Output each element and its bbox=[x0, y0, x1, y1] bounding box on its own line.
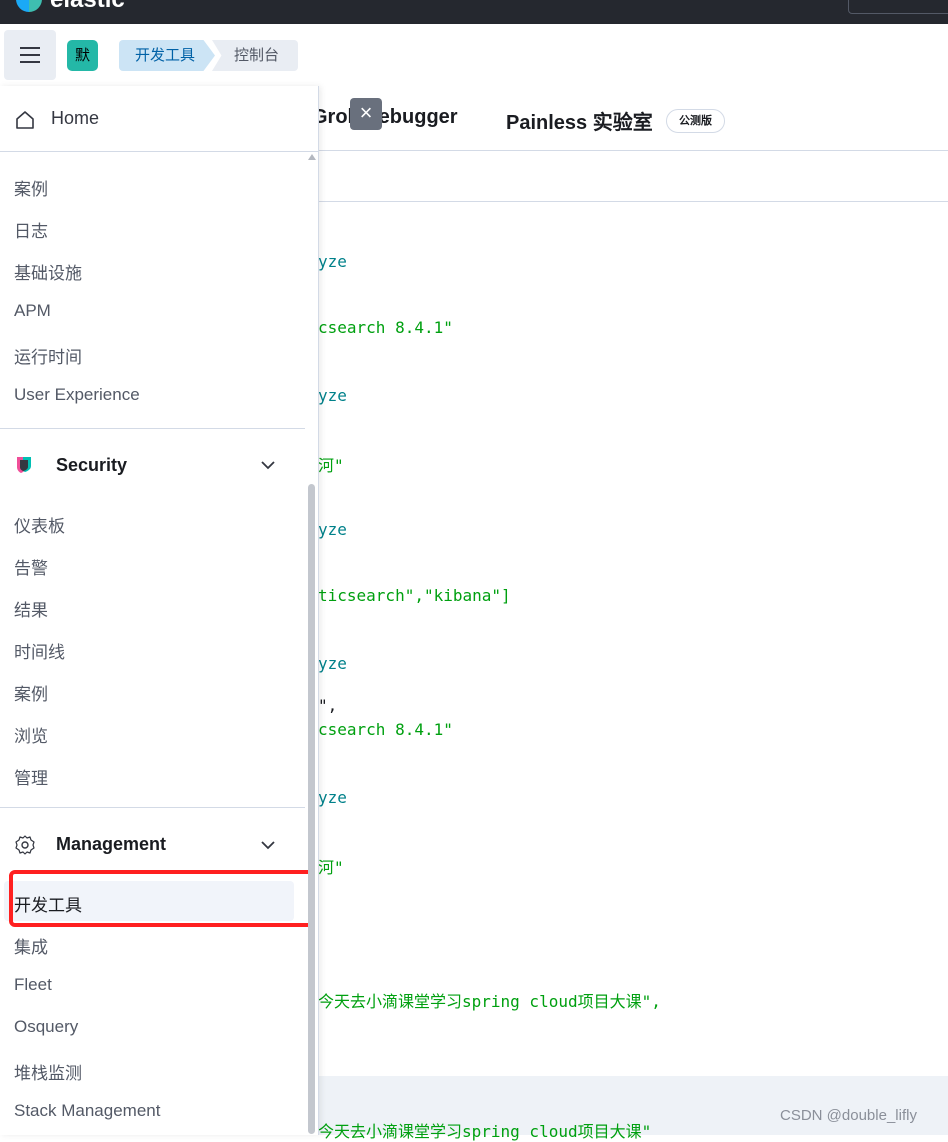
nav-item-dashboards[interactable]: 仪表板 bbox=[14, 512, 65, 537]
annotation-highlight-box bbox=[9, 870, 315, 927]
hamburger-icon-line bbox=[20, 54, 40, 56]
hamburger-icon bbox=[20, 47, 40, 49]
dev-tools-tabs: Grok Debugger Painless 实验室 公测版 bbox=[312, 86, 948, 151]
nav-item-timelines[interactable]: 时间线 bbox=[14, 638, 65, 663]
nav-group-security-title[interactable]: Security bbox=[56, 455, 127, 476]
nav-divider bbox=[0, 428, 305, 429]
chevron-down-icon[interactable] bbox=[258, 835, 278, 855]
code-line[interactable]: csearch 8.4.1" bbox=[318, 318, 453, 337]
elastic-logo-icon[interactable] bbox=[16, 0, 42, 12]
nav-home-label: Home bbox=[51, 108, 100, 128]
hamburger-icon-line bbox=[20, 61, 40, 63]
nav-item-stack-management[interactable]: Stack Management bbox=[14, 1101, 160, 1121]
scroll-up-icon[interactable] bbox=[308, 154, 316, 160]
breadcrumb-console: 控制台 bbox=[212, 40, 298, 71]
chevron-down-icon[interactable] bbox=[258, 455, 278, 475]
brand-name[interactable]: elastic bbox=[50, 0, 125, 14]
tab-grok-debugger[interactable]: Grok Debugger bbox=[312, 106, 458, 129]
nav-divider bbox=[0, 807, 305, 808]
close-icon: × bbox=[359, 100, 373, 125]
tab-painless-lab[interactable]: Painless 实验室 bbox=[506, 106, 653, 135]
nav-item-osquery[interactable]: Osquery bbox=[14, 1017, 78, 1037]
security-shield-icon bbox=[17, 457, 31, 473]
close-nav-button[interactable]: × bbox=[350, 98, 382, 130]
nav-item-user-experience[interactable]: User Experience bbox=[14, 385, 140, 405]
main-content: Grok Debugger Painless 实验室 公测版 yze csear… bbox=[312, 86, 948, 1141]
gear-icon bbox=[15, 835, 35, 855]
code-line[interactable]: csearch 8.4.1" bbox=[318, 720, 453, 739]
code-line[interactable]: yze bbox=[318, 520, 347, 539]
nav-item-manage[interactable]: 管理 bbox=[14, 764, 48, 789]
nav-item-cases[interactable]: 案例 bbox=[14, 175, 48, 200]
code-line[interactable]: yze bbox=[318, 654, 347, 673]
beta-badge: 公测版 bbox=[666, 109, 725, 133]
code-line[interactable]: yze bbox=[318, 386, 347, 405]
code-line[interactable]: 今天去小滴课堂学习spring cloud项目大课", bbox=[318, 988, 661, 1012]
code-line[interactable]: 河" bbox=[318, 854, 344, 878]
global-search-input[interactable] bbox=[848, 0, 948, 14]
nav-item-findings[interactable]: 结果 bbox=[14, 596, 48, 621]
code-line[interactable]: 今天去小滴课堂学习spring cloud项目大课" bbox=[318, 1118, 651, 1142]
menu-toggle-button[interactable] bbox=[4, 30, 56, 80]
nav-item-logs[interactable]: 日志 bbox=[14, 217, 48, 242]
nav-item-alerts[interactable]: 告警 bbox=[14, 554, 48, 579]
home-icon bbox=[16, 111, 34, 129]
code-line[interactable]: ", bbox=[318, 696, 337, 715]
top-bar: elastic bbox=[0, 0, 948, 24]
code-line[interactable]: yze bbox=[318, 788, 347, 807]
nav-scrollbar[interactable] bbox=[307, 154, 316, 1135]
header-bar: 默 开发工具 控制台 bbox=[0, 24, 948, 87]
space-avatar[interactable]: 默 bbox=[67, 40, 98, 71]
breadcrumb-dev-tools[interactable]: 开发工具 bbox=[119, 40, 215, 71]
nav-item-infrastructure[interactable]: 基础设施 bbox=[14, 259, 82, 284]
nav-item-fleet[interactable]: Fleet bbox=[14, 975, 52, 995]
console-toolbar bbox=[318, 151, 948, 202]
nav-item-explore[interactable]: 浏览 bbox=[14, 722, 48, 747]
nav-item-uptime[interactable]: 运行时间 bbox=[14, 343, 82, 368]
code-line[interactable]: ticsearch","kibana"] bbox=[318, 586, 511, 605]
nav-item-apm[interactable]: APM bbox=[14, 301, 51, 321]
nav-home[interactable]: Home bbox=[0, 86, 318, 152]
side-navigation: Home 案例 日志 基础设施 APM 运行时间 User Experience… bbox=[0, 86, 319, 1135]
nav-item-integrations[interactable]: 集成 bbox=[14, 933, 48, 958]
nav-group-management-title[interactable]: Management bbox=[56, 834, 166, 855]
nav-item-stack-monitoring[interactable]: 堆栈监测 bbox=[14, 1059, 82, 1084]
scrollbar-thumb[interactable] bbox=[308, 484, 315, 1134]
code-line[interactable]: yze bbox=[318, 252, 347, 271]
nav-item-security-cases[interactable]: 案例 bbox=[14, 680, 48, 705]
result-pane: 今天去小滴课堂学习spring cloud项目大课" bbox=[318, 1076, 948, 1141]
code-line[interactable]: 河" bbox=[318, 452, 344, 476]
watermark: CSDN @double_lifly bbox=[780, 1107, 917, 1124]
